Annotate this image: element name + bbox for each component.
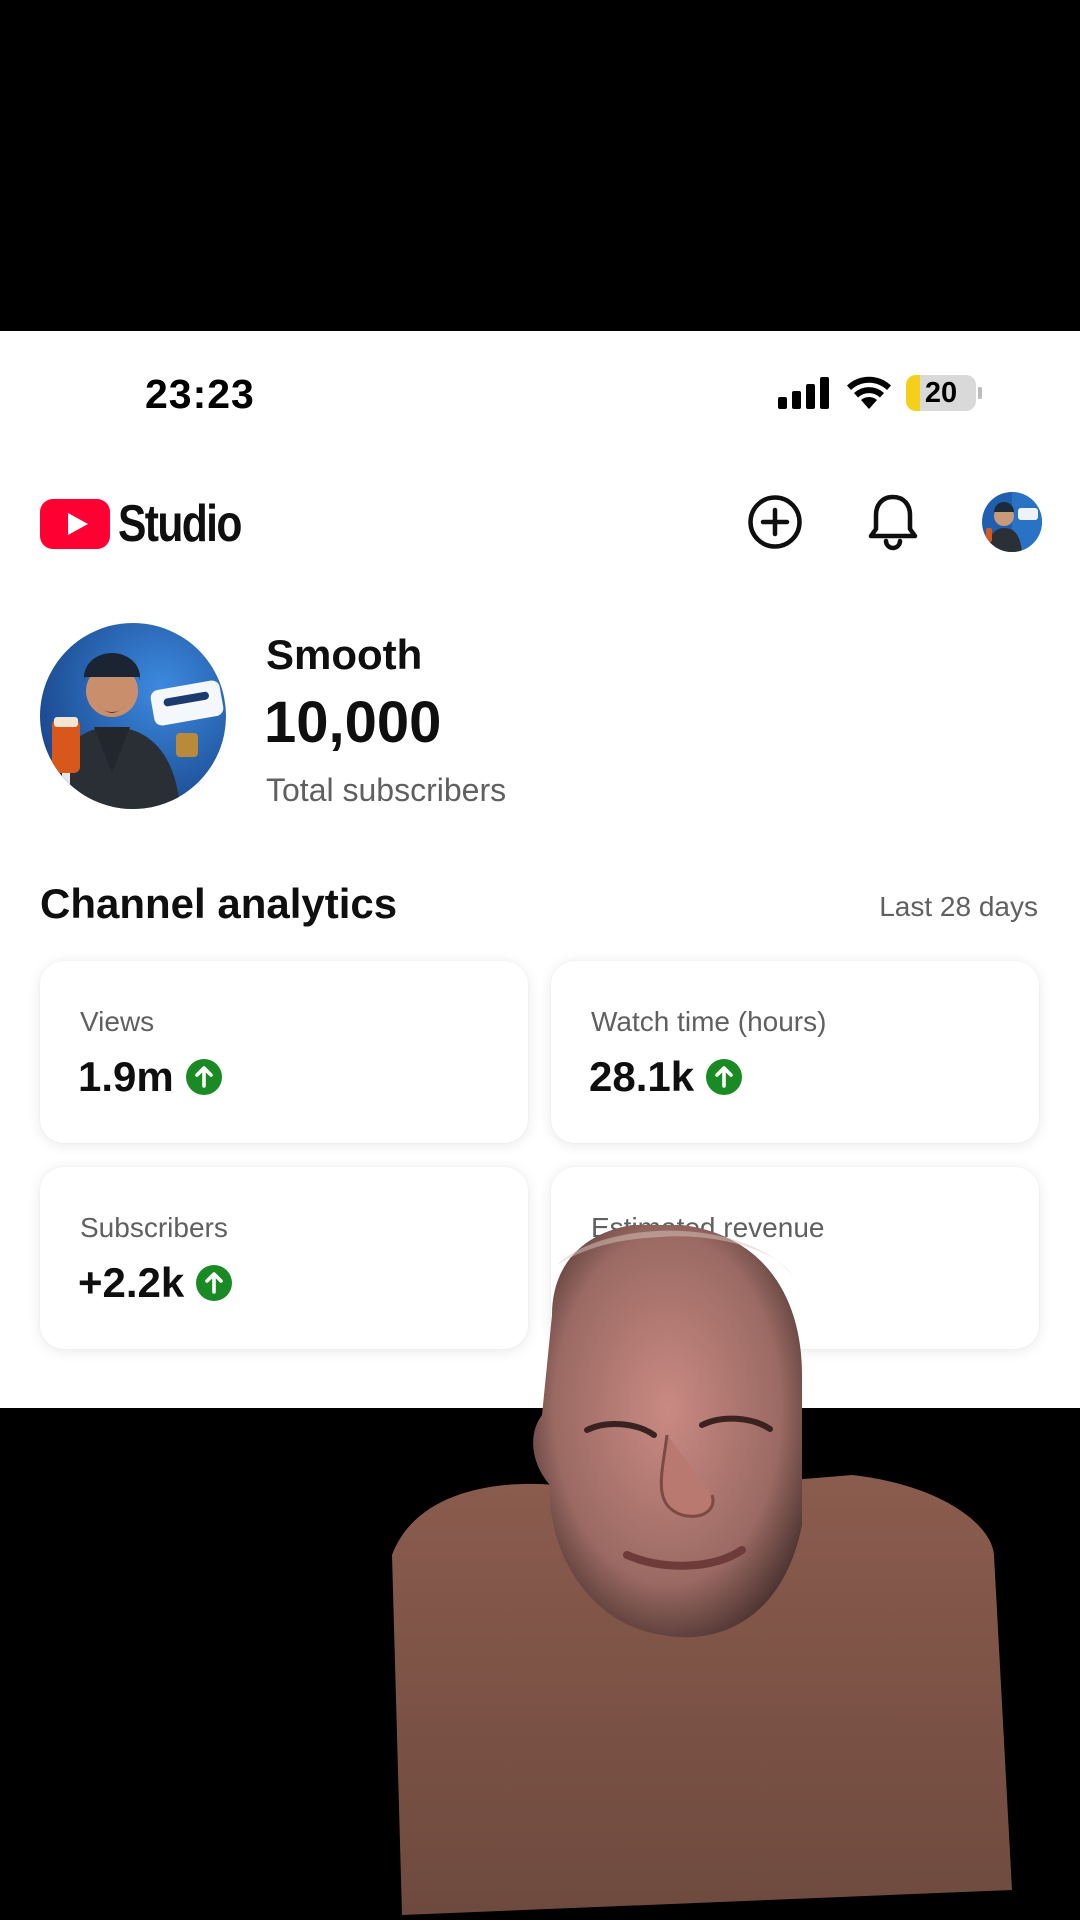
card-label: Views [80,1006,155,1037]
channel-name: Smooth [266,631,423,678]
person-overlay-image [392,1225,1012,1915]
plus-circle-icon [748,495,802,549]
card-value-row: 1.9m [78,1053,222,1101]
total-subscribers-label: Total subscribers [266,772,507,808]
card-value: 1.9m [78,1053,174,1100]
avatar-image [982,492,1042,552]
card-label: Watch time (hours) [591,1006,827,1037]
bell-icon [868,494,918,551]
battery-level: 20 [924,376,958,409]
channel-avatar[interactable] [40,623,226,809]
trend-up-icon [196,1265,233,1301]
youtube-studio-logo[interactable]: Studio [40,494,268,554]
battery-tip [978,387,982,399]
total-subscribers-count: 10,000 [264,690,442,755]
wifi-icon [847,376,891,409]
trend-up-icon [185,1059,222,1095]
app-name: Studio [118,495,242,553]
notifications-button[interactable] [863,492,923,552]
account-avatar[interactable] [982,492,1042,552]
app-header: Studio [0,486,1080,556]
status-icons: 20 [778,373,982,413]
cellular-signal-icon [778,377,829,409]
trend-up-icon [706,1059,743,1095]
date-range-label[interactable]: Last 28 days [879,891,1038,923]
card-value-row: +2.2k [78,1259,233,1307]
card-value: 28.1k [589,1053,695,1100]
video-frame: 23:23 20 Studio Smooth 10,000 Total subs… [0,0,1080,1920]
channel-avatar-image [40,623,226,809]
card-value-row: 28.1k [589,1053,743,1101]
watch-time-card[interactable]: Watch time (hours) 28.1k [551,961,1039,1143]
channel-analytics-heading: Channel analytics [40,880,398,927]
battery-indicator: 20 [906,375,976,411]
youtube-play-icon [40,499,110,549]
battery-fill [906,375,920,411]
card-label: Subscribers [80,1212,228,1243]
card-value: +2.2k [78,1259,185,1306]
create-button[interactable] [745,492,805,552]
status-time: 23:23 [145,371,255,417]
views-card[interactable]: Views 1.9m [40,961,528,1143]
